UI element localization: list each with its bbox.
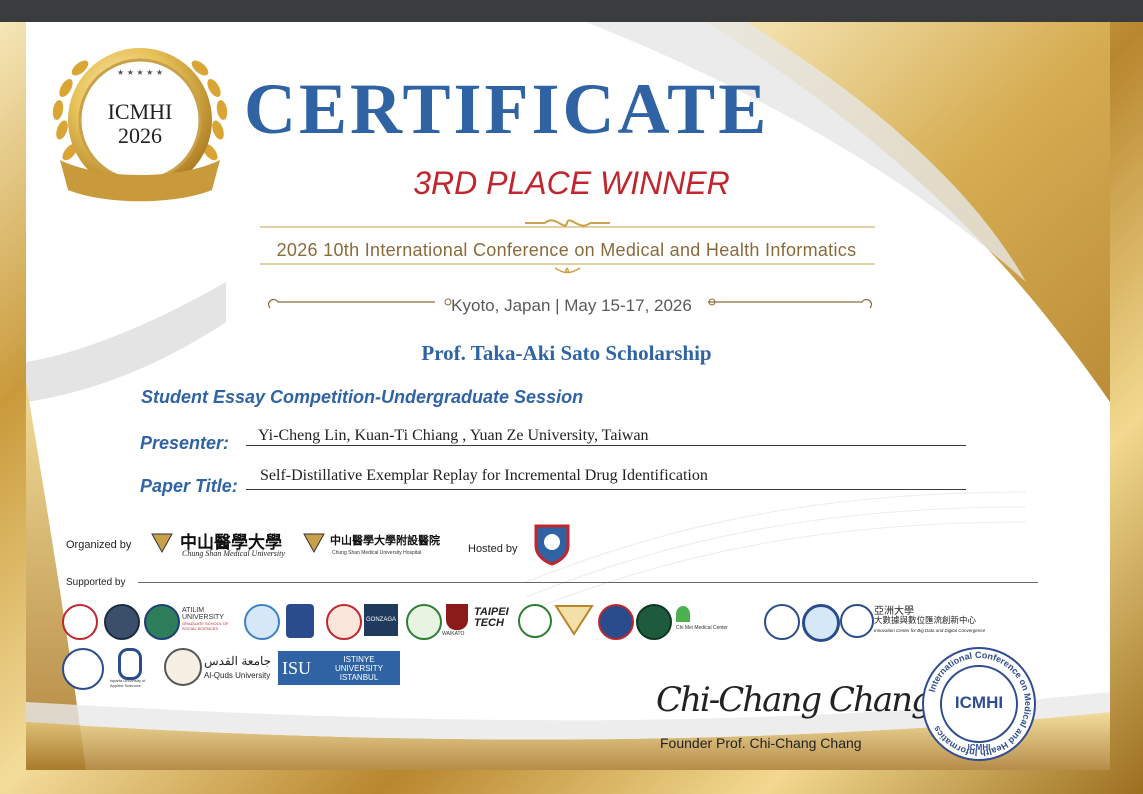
waikato-logo bbox=[446, 604, 468, 630]
supporter-logo bbox=[554, 604, 594, 641]
supporter-logo bbox=[636, 604, 672, 640]
org2-sub: Chung Shan Medical University Hospital bbox=[332, 550, 422, 556]
supporter-logo bbox=[764, 604, 800, 640]
csmu-logo bbox=[150, 530, 174, 559]
supporter-logo bbox=[598, 604, 634, 640]
conference-name: 2026 10th International Conference on Me… bbox=[276, 240, 857, 260]
supported-by-label: Supported by bbox=[66, 577, 126, 588]
svg-text:★ ★ ★ ★ ★: ★ ★ ★ ★ ★ bbox=[117, 68, 163, 77]
supporter-logo bbox=[406, 604, 442, 640]
taipei-tech-logo: TAIPEI TECH bbox=[474, 606, 509, 629]
location-date: Kyoto, Japan | May 15-17, 2026 bbox=[451, 296, 692, 315]
chimei-text: Chi Mei Medical Center bbox=[676, 625, 728, 631]
icmhi-stamp: International Conference on Medical and … bbox=[920, 645, 1038, 763]
isparta-logo bbox=[118, 648, 142, 680]
host-logo bbox=[532, 522, 572, 571]
alquds-logo bbox=[164, 648, 202, 686]
seal-line2: 2026 bbox=[118, 123, 162, 148]
supporter-logo bbox=[244, 604, 280, 640]
org2-name: 中山醫學大學附設醫院 bbox=[330, 534, 440, 547]
certificate-title: CERTIFICATE bbox=[244, 69, 770, 149]
presenter-label: Presenter: bbox=[140, 433, 230, 453]
chimei-logo bbox=[676, 606, 690, 622]
alquds-name: Al-Quds University bbox=[204, 671, 271, 680]
stamp-bottom: ICMHI bbox=[967, 743, 991, 752]
organized-by-label: Organized by bbox=[66, 539, 132, 551]
founder-name: Founder Prof. Chi-Chang Chang bbox=[660, 735, 862, 751]
supporter-logo bbox=[104, 604, 140, 640]
award-title: 3RD PLACE WINNER bbox=[413, 165, 730, 201]
paper-title-underline bbox=[246, 489, 966, 490]
alquds-arabic: جامعة القدس bbox=[204, 654, 272, 668]
hosted-by-label: Hosted by bbox=[468, 543, 518, 555]
supporter-logo bbox=[802, 604, 840, 642]
org1-sub: Chung Shan Medical University bbox=[182, 549, 285, 558]
asia-univ-logo bbox=[840, 604, 874, 638]
supporter-logo bbox=[518, 604, 552, 638]
gonzaga-logo: GONZAGA bbox=[364, 604, 398, 636]
atilim-logo: ATILIM UNIVERSITY GRADUATE SCHOOL OF SOC… bbox=[182, 607, 229, 631]
csmuh-logo bbox=[302, 530, 326, 559]
supported-by-line bbox=[138, 582, 1038, 583]
supporter-logo bbox=[326, 604, 362, 640]
paper-title-label: Paper Title: bbox=[140, 476, 238, 496]
supporter-logo bbox=[62, 604, 98, 640]
asia-center-en: Innovation Center for Big Data and Digit… bbox=[874, 628, 986, 633]
seal-line1: ICMHI bbox=[107, 99, 173, 124]
presenter-value: Yi-Cheng Lin, Kuan-Ti Chiang , Yuan Ze U… bbox=[258, 427, 649, 444]
founder-signature: Chi-Chang Chang bbox=[656, 680, 933, 720]
supporter-logo bbox=[144, 604, 180, 640]
asia-center-name: 大數據與數位匯流創新中心 bbox=[874, 616, 977, 626]
scholarship-name: Prof. Taka-Aki Sato Scholarship bbox=[421, 341, 712, 365]
isparta-text: Isparta University of Applied Sciences bbox=[110, 678, 146, 688]
istinye-logo: ISU ISTINYE UNIVERSITY ISTANBUL bbox=[278, 651, 400, 685]
waikato-text: WAIKATO bbox=[442, 631, 465, 637]
paper-title-value: Self-Distillative Exemplar Replay for In… bbox=[260, 467, 708, 484]
session-name: Student Essay Competition-Undergraduate … bbox=[141, 387, 584, 407]
presenter-underline bbox=[246, 445, 966, 446]
stamp-center: ICMHI bbox=[954, 693, 1004, 712]
supporter-logo bbox=[62, 648, 104, 690]
supporter-logo bbox=[286, 604, 314, 638]
